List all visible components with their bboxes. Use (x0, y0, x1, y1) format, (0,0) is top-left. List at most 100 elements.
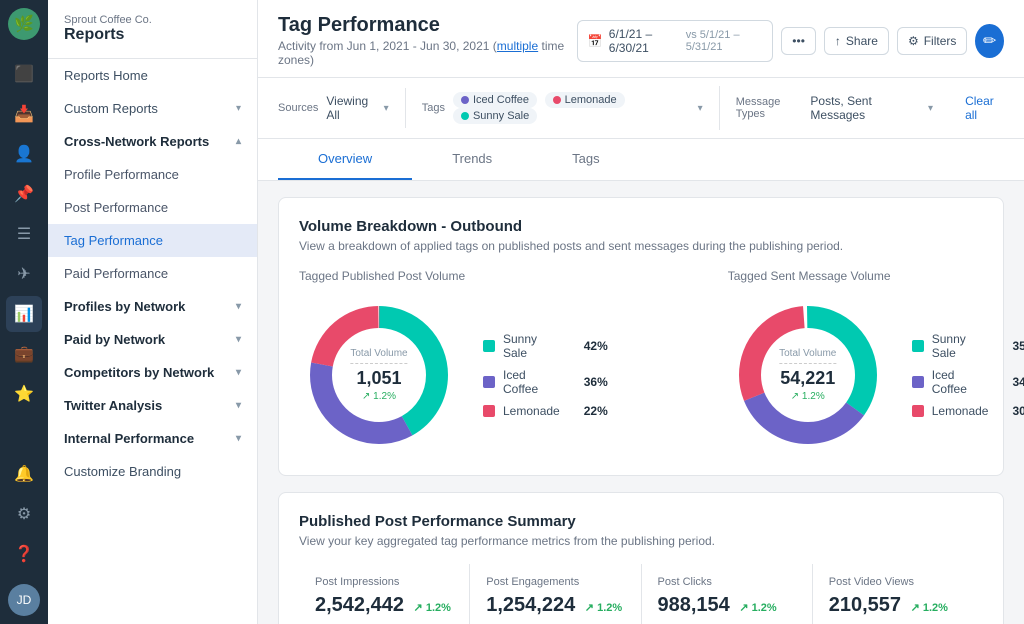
legend-dot (912, 376, 924, 388)
summary-card-title: Published Post Performance Summary (299, 513, 983, 530)
chevron-down-icon: ▾ (236, 433, 241, 444)
engagements-growth: ↗ 1.2% (585, 602, 622, 614)
video-views-label: Post Video Views (829, 576, 967, 588)
nav-icon-settings[interactable]: ⚙ (6, 496, 42, 532)
video-views-value: 210,557 ↗ 1.2% (829, 594, 967, 617)
sources-filter[interactable]: Sources Viewing All ▾ (278, 88, 406, 128)
volume-card-title: Volume Breakdown - Outbound (299, 218, 983, 235)
impressions-growth: ↗ 1.2% (414, 602, 451, 614)
nav-icon-feed[interactable]: 👤 (6, 136, 42, 172)
nav-icon-tasks[interactable]: ☰ (6, 216, 42, 252)
sidebar-item-customize-branding[interactable]: Customize Branding (48, 455, 257, 488)
sidebar-item-profile-performance[interactable]: Profile Performance (48, 158, 257, 191)
metric-clicks: Post Clicks 988,154 ↗ 1.2% (642, 564, 813, 624)
video-views-growth: ↗ 1.2% (911, 602, 948, 614)
engagements-value: 1,254,224 ↗ 1.2% (486, 594, 624, 617)
left-chart-inner: Total Volume 1,051 ↗ 1.2% Sunny Sale 42% (299, 295, 608, 455)
charts-row: Tagged Published Post Volume (299, 269, 983, 455)
tab-overview[interactable]: Overview (278, 139, 412, 180)
nav-icon-star[interactable]: ⭐ (6, 376, 42, 412)
left-donut-center: Total Volume 1,051 ↗ 1.2% (350, 348, 407, 402)
content-area: Volume Breakdown - Outbound View a break… (258, 181, 1024, 624)
metric-video-views: Post Video Views 210,557 ↗ 1.2% (813, 564, 983, 624)
sidebar-section-twitter[interactable]: Twitter Analysis ▾ (48, 389, 257, 422)
filter-bar: Sources Viewing All ▾ Tags Iced Coffee L… (258, 78, 1024, 139)
legend-item-lemonade-right: Lemonade 30% (912, 404, 1024, 418)
chevron-down-icon: ▾ (236, 400, 241, 411)
clicks-label: Post Clicks (658, 576, 796, 588)
compose-button[interactable]: ✏ (975, 24, 1004, 58)
sidebar-section-profiles-by-network[interactable]: Profiles by Network ▾ (48, 290, 257, 323)
clear-all-button[interactable]: Clear all (965, 94, 1004, 122)
sidebar-item-custom-reports[interactable]: Custom Reports ▾ (48, 92, 257, 125)
sources-chevron: ▾ (384, 103, 389, 114)
nav-icon-briefcase[interactable]: 💼 (6, 336, 42, 372)
volume-breakdown-card: Volume Breakdown - Outbound View a break… (278, 197, 1004, 476)
nav-icon-dashboard[interactable]: ⬛ (6, 56, 42, 92)
tab-trends[interactable]: Trends (412, 139, 532, 180)
tag-dot (461, 112, 469, 120)
app-logo: 🌿 (8, 8, 40, 40)
tag-chip-sunny-sale: Sunny Sale (453, 108, 537, 124)
tag-dot (553, 96, 561, 104)
legend-dot (483, 405, 495, 417)
nav-icon-publishing[interactable]: 📌 (6, 176, 42, 212)
sidebar-item-post-performance[interactable]: Post Performance (48, 191, 257, 224)
legend-dot (483, 376, 495, 388)
filters-button[interactable]: ⚙ Filters (897, 27, 967, 55)
date-range-button[interactable]: 📅 6/1/21 – 6/30/21 vs 5/1/21 – 5/31/21 (577, 20, 773, 62)
sidebar-section-paid-by-network[interactable]: Paid by Network ▾ (48, 323, 257, 356)
right-growth: ↗ 1.2% (779, 391, 836, 402)
impressions-label: Post Impressions (315, 576, 453, 588)
chevron-down-icon: ▾ (236, 367, 241, 378)
sidebar-section-cross-network[interactable]: Cross-Network Reports ▴ (48, 125, 257, 158)
nav-icon-inbox[interactable]: 📥 (6, 96, 42, 132)
sidebar-item-tag-performance[interactable]: Tag Performance (48, 224, 257, 257)
sidebar-section-competitors[interactable]: Competitors by Network ▾ (48, 356, 257, 389)
share-icon: ↑ (835, 34, 841, 48)
tags-label: Tags (422, 102, 445, 114)
left-growth: ↗ 1.2% (350, 391, 407, 402)
message-types-filter[interactable]: Message Types Posts, Sent Messages ▾ (736, 88, 949, 128)
message-types-value: Posts, Sent Messages (810, 94, 914, 122)
left-chart-container: Tagged Published Post Volume (299, 269, 608, 455)
brand-header: Sprout Coffee Co. Reports (48, 0, 257, 59)
metric-impressions: Post Impressions 2,542,442 ↗ 1.2% (299, 564, 470, 624)
nav-icon-reports[interactable]: 📊 (6, 296, 42, 332)
left-total-label: Total Volume (350, 348, 407, 364)
tab-tags[interactable]: Tags (532, 139, 639, 180)
tags-chevron: ▾ (698, 103, 703, 114)
sidebar-item-reports-home[interactable]: Reports Home (48, 59, 257, 92)
legend-item-iced-coffee-right: Iced Coffee 34% (912, 368, 1024, 396)
legend-dot (912, 340, 924, 352)
message-types-label: Message Types (736, 96, 803, 120)
legend-dot (483, 340, 495, 352)
sidebar-section-internal[interactable]: Internal Performance ▾ (48, 422, 257, 455)
tags-filter[interactable]: Tags Iced Coffee Lemonade Sunny Sale ▾ (422, 86, 720, 130)
user-avatar[interactable]: JD (8, 584, 40, 616)
sources-label: Sources (278, 102, 318, 114)
tag-chip-iced-coffee: Iced Coffee (453, 92, 537, 108)
multiple-timezones-link[interactable]: multiple (497, 39, 538, 53)
share-button[interactable]: ↑ Share (824, 27, 889, 55)
right-donut-center: Total Volume 54,221 ↗ 1.2% (779, 348, 836, 402)
header-actions: 📅 6/1/21 – 6/30/21 vs 5/1/21 – 5/31/21 •… (577, 20, 1004, 62)
left-legend: Sunny Sale 42% Iced Coffee 36% Lemonade (483, 332, 608, 418)
summary-card: Published Post Performance Summary View … (278, 492, 1004, 624)
nav-icon-help[interactable]: ❓ (6, 536, 42, 572)
nav-icon-send[interactable]: ✈ (6, 256, 42, 292)
filter-icon: ⚙ (908, 34, 919, 48)
left-donut-wrap: Total Volume 1,051 ↗ 1.2% (299, 295, 459, 455)
title-area: Tag Performance Activity from Jun 1, 202… (278, 14, 577, 67)
chevron-down-icon: ▾ (236, 334, 241, 345)
sidebar-item-paid-performance[interactable]: Paid Performance (48, 257, 257, 290)
nav-icon-bell[interactable]: 🔔 (6, 456, 42, 492)
more-options-button[interactable]: ••• (781, 27, 816, 55)
page-subtitle: Activity from Jun 1, 2021 - Jun 30, 2021… (278, 39, 577, 67)
message-types-chevron: ▾ (928, 103, 933, 114)
legend-item-sunny-sale-right: Sunny Sale 35% (912, 332, 1024, 360)
chevron-down-icon: ▾ (236, 301, 241, 312)
section-title: Reports (64, 26, 241, 44)
summary-card-subtitle: View your key aggregated tag performance… (299, 534, 983, 548)
metrics-row: Post Impressions 2,542,442 ↗ 1.2% Post E… (299, 564, 983, 624)
